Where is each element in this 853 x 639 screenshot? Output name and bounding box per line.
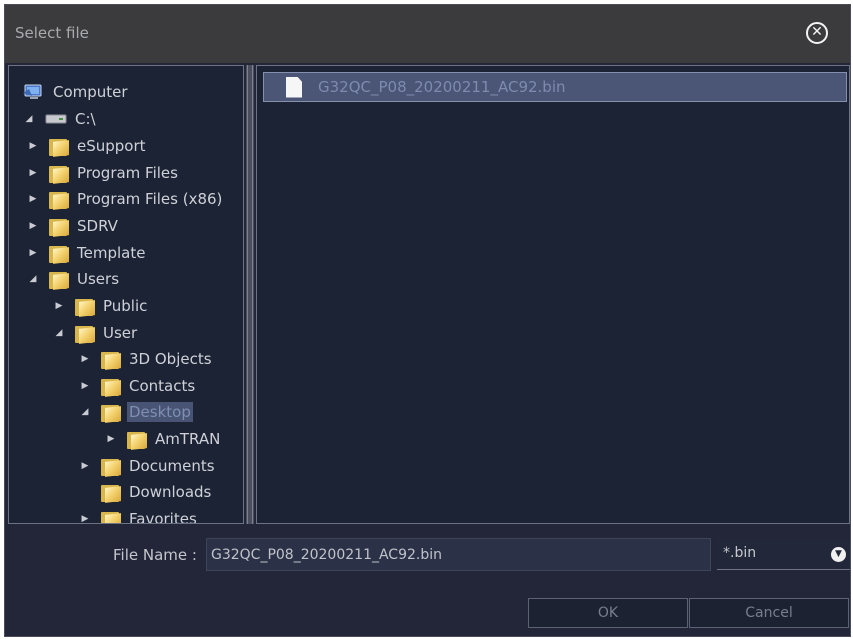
folder-icon	[101, 377, 121, 397]
tree-item-user[interactable]: ◢ User	[53, 322, 139, 344]
tree-item-program-files-x86[interactable]: ▶ Program Files (x86)	[27, 188, 224, 210]
tree-item-program-files[interactable]: ▶ Program Files	[27, 162, 180, 184]
collapsed-arrow-icon[interactable]: ▶	[27, 247, 39, 259]
folder-icon	[75, 324, 95, 344]
expanded-arrow-icon[interactable]: ◢	[23, 113, 35, 125]
folder-icon	[101, 403, 121, 423]
tree-item-label: User	[103, 324, 138, 342]
tree-item-label: Template	[77, 244, 146, 262]
tree-item-downloads[interactable]: Downloads	[79, 481, 213, 503]
tree-item-label: C:\	[75, 110, 96, 128]
tree-item-computer[interactable]: Computer	[23, 81, 130, 103]
tree-item-desktop[interactable]: ◢ Desktop	[79, 401, 193, 423]
tree-item-label: Program Files (x86)	[77, 190, 223, 208]
tree-item-3d-objects[interactable]: ▶ 3D Objects	[79, 348, 214, 370]
tree-item-sdrv[interactable]: ▶ SDRV	[27, 215, 120, 237]
tree-item-label: eSupport	[77, 137, 146, 155]
tree-item-label: Computer	[53, 83, 128, 101]
tree-item-label: Program Files	[77, 164, 178, 182]
expanded-arrow-icon[interactable]: ◢	[79, 406, 91, 418]
dialog-titlebar: Select file ✕	[5, 5, 850, 63]
folder-icon	[101, 457, 121, 477]
tree-item-label: 3D Objects	[129, 350, 212, 368]
folder-icon	[49, 217, 69, 237]
collapsed-arrow-icon[interactable]: ▶	[105, 433, 117, 445]
collapsed-arrow-icon[interactable]: ▶	[27, 140, 39, 152]
close-icon[interactable]: ✕	[806, 22, 828, 44]
file-type-filter[interactable]: *.bin ▼	[717, 539, 850, 570]
file-type-value: *.bin	[723, 545, 757, 561]
tree-item-esupport[interactable]: ▶ eSupport	[27, 135, 148, 157]
collapsed-arrow-icon[interactable]: ▶	[79, 380, 91, 392]
file-list-item[interactable]: G32QC_P08_20200211_AC92.bin	[263, 72, 847, 102]
tree-item-public[interactable]: ▶ Public	[53, 295, 149, 317]
tree-item-template[interactable]: ▶ Template	[27, 242, 147, 264]
file-list: G32QC_P08_20200211_AC92.bin	[256, 65, 850, 524]
collapsed-arrow-icon[interactable]: ▶	[27, 167, 39, 179]
collapsed-arrow-icon[interactable]: ▶	[27, 193, 39, 205]
tree-item-label: Public	[103, 297, 148, 315]
tree-item-contacts[interactable]: ▶ Contacts	[79, 375, 197, 397]
folder-tree[interactable]: Computer ◢ C:\ ▶ eSupport ▶ Program Files ▶ Prog…	[8, 65, 244, 524]
folder-icon	[49, 270, 69, 290]
collapsed-arrow-icon[interactable]: ▶	[27, 220, 39, 232]
folder-icon	[49, 137, 69, 157]
tree-item-favorites[interactable]: ▶ Favorites	[79, 508, 199, 524]
dialog-title: Select file	[15, 24, 89, 42]
no-expander	[79, 486, 91, 498]
collapsed-arrow-icon[interactable]: ▶	[79, 353, 91, 365]
select-file-dialog: Select file ✕ Computer ◢ C:\ ▶ eSupport ▶ Prog…	[4, 4, 851, 637]
folder-icon	[49, 190, 69, 210]
file-name-input[interactable]	[206, 538, 711, 571]
tree-item-users[interactable]: ◢ Users	[27, 268, 121, 290]
tree-item-label: Documents	[129, 457, 215, 475]
tree-item-label: SDRV	[77, 217, 118, 235]
tree-item-documents[interactable]: ▶ Documents	[79, 455, 217, 477]
expanded-arrow-icon[interactable]: ◢	[27, 273, 39, 285]
cancel-button[interactable]: Cancel	[689, 598, 849, 628]
file-name-label: File Name :	[113, 546, 197, 564]
tree-item-c[interactable]: ◢ C:\	[23, 108, 98, 130]
ok-button[interactable]: OK	[528, 598, 688, 628]
folder-icon	[101, 350, 121, 370]
chevron-down-icon[interactable]: ▼	[831, 547, 846, 562]
folder-icon	[49, 244, 69, 264]
collapsed-arrow-icon[interactable]: ▶	[79, 513, 91, 523]
folder-icon	[127, 430, 147, 450]
tree-item-label: Downloads	[129, 483, 212, 501]
folder-icon	[101, 483, 121, 503]
tree-item-label: Desktop	[127, 402, 193, 422]
folder-icon	[75, 297, 95, 317]
drive-icon	[45, 112, 67, 126]
tree-item-label: Favorites	[129, 510, 197, 524]
folder-icon	[49, 164, 69, 184]
computer-icon	[23, 83, 45, 101]
expanded-arrow-icon[interactable]: ◢	[53, 327, 65, 339]
tree-item-label: Users	[77, 270, 120, 288]
collapsed-arrow-icon[interactable]: ▶	[79, 460, 91, 472]
collapsed-arrow-icon[interactable]: ▶	[53, 300, 65, 312]
file-name: G32QC_P08_20200211_AC92.bin	[318, 78, 566, 96]
tree-item-amtran[interactable]: ▶ AmTRAN	[105, 428, 222, 450]
tree-item-label: AmTRAN	[155, 430, 221, 448]
folder-icon	[101, 510, 121, 523]
tree-item-label: Contacts	[129, 377, 196, 395]
file-icon	[286, 76, 302, 98]
panel-splitter[interactable]	[246, 65, 254, 524]
